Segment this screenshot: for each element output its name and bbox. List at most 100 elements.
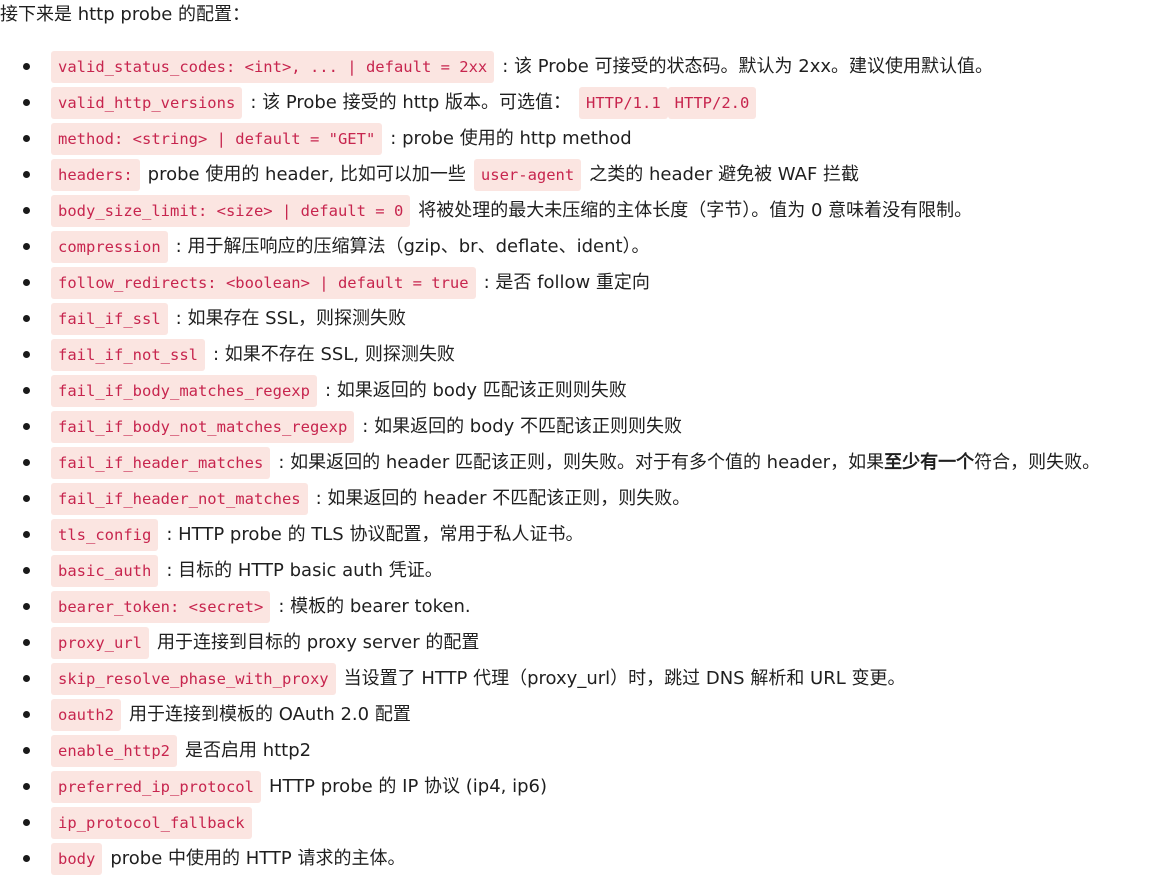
inline-code: valid_status_codes: <int>, ... | default… bbox=[51, 51, 495, 83]
bullet-icon bbox=[23, 459, 30, 466]
description-text: 用于连接到目标的 proxy server 的配置 bbox=[157, 632, 480, 653]
list-item-content: body_size_limit: <size> | default = 0 将被处… bbox=[51, 193, 972, 229]
inline-code: tls_config bbox=[51, 519, 159, 551]
bullet-icon bbox=[23, 207, 30, 214]
list-item: tls_config : HTTP probe 的 TLS 协议配置，常用于私人证… bbox=[0, 517, 1158, 553]
list-item-content: fail_if_header_not_matches : 如果返回的 header… bbox=[51, 481, 690, 517]
list-item: valid_http_versions : 该 Probe 接受的 http 版本… bbox=[0, 85, 1158, 121]
bold-text: 至少有一个 bbox=[884, 452, 975, 473]
list-item: proxy_url 用于连接到目标的 proxy server 的配置 bbox=[0, 625, 1158, 661]
list-item-content: valid_status_codes: <int>, ... | default… bbox=[51, 49, 993, 85]
inline-code: compression bbox=[51, 231, 168, 263]
description-text: : 该 Probe 接受的 http 版本。可选值： bbox=[250, 92, 571, 113]
bullet-icon bbox=[23, 603, 30, 610]
inline-code: fail_if_header_not_matches bbox=[51, 483, 308, 515]
bullet-icon bbox=[23, 279, 30, 286]
list-item-content: proxy_url 用于连接到目标的 proxy server 的配置 bbox=[51, 625, 479, 661]
bullet-icon bbox=[23, 351, 30, 358]
bullet-icon bbox=[23, 819, 30, 826]
bullet-icon bbox=[23, 387, 30, 394]
list-item: fail_if_not_ssl : 如果不存在 SSL, 则探测失败 bbox=[0, 337, 1158, 373]
config-option-list: valid_status_codes: <int>, ... | default… bbox=[0, 49, 1158, 877]
bullet-icon bbox=[23, 63, 30, 70]
list-item: headers: probe 使用的 header, 比如可以加一些 user-ag… bbox=[0, 157, 1158, 193]
list-item: fail_if_header_matches : 如果返回的 header 匹配该… bbox=[0, 445, 1158, 481]
inline-code: skip_resolve_phase_with_proxy bbox=[51, 663, 336, 695]
list-item-content: follow_redirects: <boolean> | default = … bbox=[51, 265, 650, 301]
description-text: : 是否 follow 重定向 bbox=[483, 272, 650, 293]
inline-code: HTTP/1.1 bbox=[579, 87, 668, 119]
list-item: preferred_ip_protocol HTTP probe 的 IP 协议 … bbox=[0, 769, 1158, 805]
description-text: 符合，则失败。 bbox=[974, 452, 1101, 473]
inline-code: fail_if_header_matches bbox=[51, 447, 271, 479]
list-item: compression: 用于解压响应的压缩算法（gzip、br、deflate… bbox=[0, 229, 1158, 265]
list-item: skip_resolve_phase_with_proxy 当设置了 HTTP 代… bbox=[0, 661, 1158, 697]
list-item-content: basic_auth : 目标的 HTTP basic auth 凭证。 bbox=[51, 553, 443, 589]
bullet-icon bbox=[23, 567, 30, 574]
list-item-content: body probe 中使用的 HTTP 请求的主体。 bbox=[51, 841, 406, 877]
description-text: : 如果返回的 header 不匹配该正则，则失败。 bbox=[315, 488, 691, 509]
list-item-content: fail_if_ssl : 如果存在 SSL，则探测失败 bbox=[51, 301, 406, 337]
description-text: : 如果存在 SSL，则探测失败 bbox=[175, 308, 407, 329]
inline-code: fail_if_ssl bbox=[51, 303, 168, 335]
inline-code: headers: bbox=[51, 159, 140, 191]
description-text: probe 中使用的 HTTP 请求的主体。 bbox=[110, 848, 406, 869]
inline-code: fail_if_body_matches_regexp bbox=[51, 375, 317, 407]
list-item: basic_auth : 目标的 HTTP basic auth 凭证。 bbox=[0, 553, 1158, 589]
inline-code: fail_if_not_ssl bbox=[51, 339, 205, 371]
bullet-icon bbox=[23, 783, 30, 790]
list-item: body_size_limit: <size> | default = 0 将被处… bbox=[0, 193, 1158, 229]
list-item: body probe 中使用的 HTTP 请求的主体。 bbox=[0, 841, 1158, 877]
description-text: 将被处理的最大未压缩的主体长度（字节）。值为 0 意味着没有限制。 bbox=[418, 200, 973, 221]
bullet-icon bbox=[23, 315, 30, 322]
list-item-content: skip_resolve_phase_with_proxy 当设置了 HTTP 代… bbox=[51, 661, 905, 697]
description-text: : probe 使用的 http method bbox=[390, 128, 632, 149]
inline-code: body_size_limit: <size> | default = 0 bbox=[51, 195, 411, 227]
inline-code: user-agent bbox=[473, 159, 582, 191]
list-item: bearer_token: <secret>: 模板的 bearer token… bbox=[0, 589, 1158, 625]
list-item: fail_if_body_matches_regexp: 如果返回的 body … bbox=[0, 373, 1158, 409]
bullet-icon bbox=[23, 639, 30, 646]
description-text: : 该 Probe 可接受的状态码。默认为 2xx。建议使用默认值。 bbox=[502, 56, 994, 77]
bullet-icon bbox=[23, 495, 30, 502]
list-item-content: valid_http_versions : 该 Probe 接受的 http 版本… bbox=[51, 85, 757, 121]
description-text: probe 使用的 header, 比如可以加一些 bbox=[147, 164, 466, 185]
intro-text: 接下来是 http probe 的配置： bbox=[0, 4, 251, 25]
list-item: oauth2 用于连接到模板的 OAuth 2.0 配置 bbox=[0, 697, 1158, 733]
bullet-icon bbox=[23, 99, 30, 106]
bullet-icon bbox=[23, 135, 30, 142]
description-text: 当设置了 HTTP 代理（proxy_url）时，跳过 DNS 解析和 URL … bbox=[343, 668, 906, 689]
description-text: : 目标的 HTTP basic auth 凭证。 bbox=[166, 560, 443, 581]
list-item-content: method: <string> | default = "GET" : prob… bbox=[51, 121, 632, 157]
list-item: follow_redirects: <boolean> | default = … bbox=[0, 265, 1158, 301]
description-text: 用于连接到模板的 OAuth 2.0 配置 bbox=[129, 704, 411, 725]
list-item-content: fail_if_not_ssl : 如果不存在 SSL, 则探测失败 bbox=[51, 337, 455, 373]
list-item-content: compression: 用于解压响应的压缩算法（gzip、br、deflate… bbox=[51, 229, 650, 265]
list-item-content: preferred_ip_protocol HTTP probe 的 IP 协议 … bbox=[51, 769, 547, 805]
inline-code: follow_redirects: <boolean> | default = … bbox=[51, 267, 476, 299]
list-item-content: fail_if_header_matches : 如果返回的 header 匹配该… bbox=[51, 445, 1100, 481]
description-text: : 如果返回的 header 匹配该正则，则失败。对于有多个值的 header，… bbox=[278, 452, 885, 473]
document-page: 接下来是 http probe 的配置： valid_status_codes:… bbox=[0, 0, 1158, 875]
bullet-icon bbox=[23, 675, 30, 682]
inline-code: oauth2 bbox=[51, 699, 121, 731]
list-item-content: fail_if_body_not_matches_regexp: 如果返回的 b… bbox=[51, 409, 682, 445]
inline-code: method: <string> | default = "GET" bbox=[51, 123, 383, 155]
list-item: fail_if_body_not_matches_regexp: 如果返回的 b… bbox=[0, 409, 1158, 445]
description-text: 是否启用 http2 bbox=[184, 740, 312, 761]
description-text: : 如果不存在 SSL, 则探测失败 bbox=[212, 344, 455, 365]
inline-code: valid_http_versions bbox=[51, 87, 243, 119]
list-item: ip_protocol_fallback bbox=[0, 805, 1158, 841]
bullet-icon bbox=[23, 711, 30, 718]
description-text: : HTTP probe 的 TLS 协议配置，常用于私人证书。 bbox=[166, 524, 584, 545]
inline-code: basic_auth bbox=[51, 555, 159, 587]
bullet-icon bbox=[23, 531, 30, 538]
inline-code: enable_http2 bbox=[51, 735, 177, 767]
list-item-content: headers: probe 使用的 header, 比如可以加一些 user-ag… bbox=[51, 157, 859, 193]
description-text: 之类的 header 避免被 WAF 拦截 bbox=[589, 164, 860, 185]
bullet-icon bbox=[23, 423, 30, 430]
inline-code: body bbox=[51, 843, 103, 875]
inline-code: ip_protocol_fallback bbox=[51, 807, 252, 839]
list-item-content: bearer_token: <secret>: 模板的 bearer token… bbox=[51, 589, 471, 625]
bullet-icon bbox=[23, 171, 30, 178]
